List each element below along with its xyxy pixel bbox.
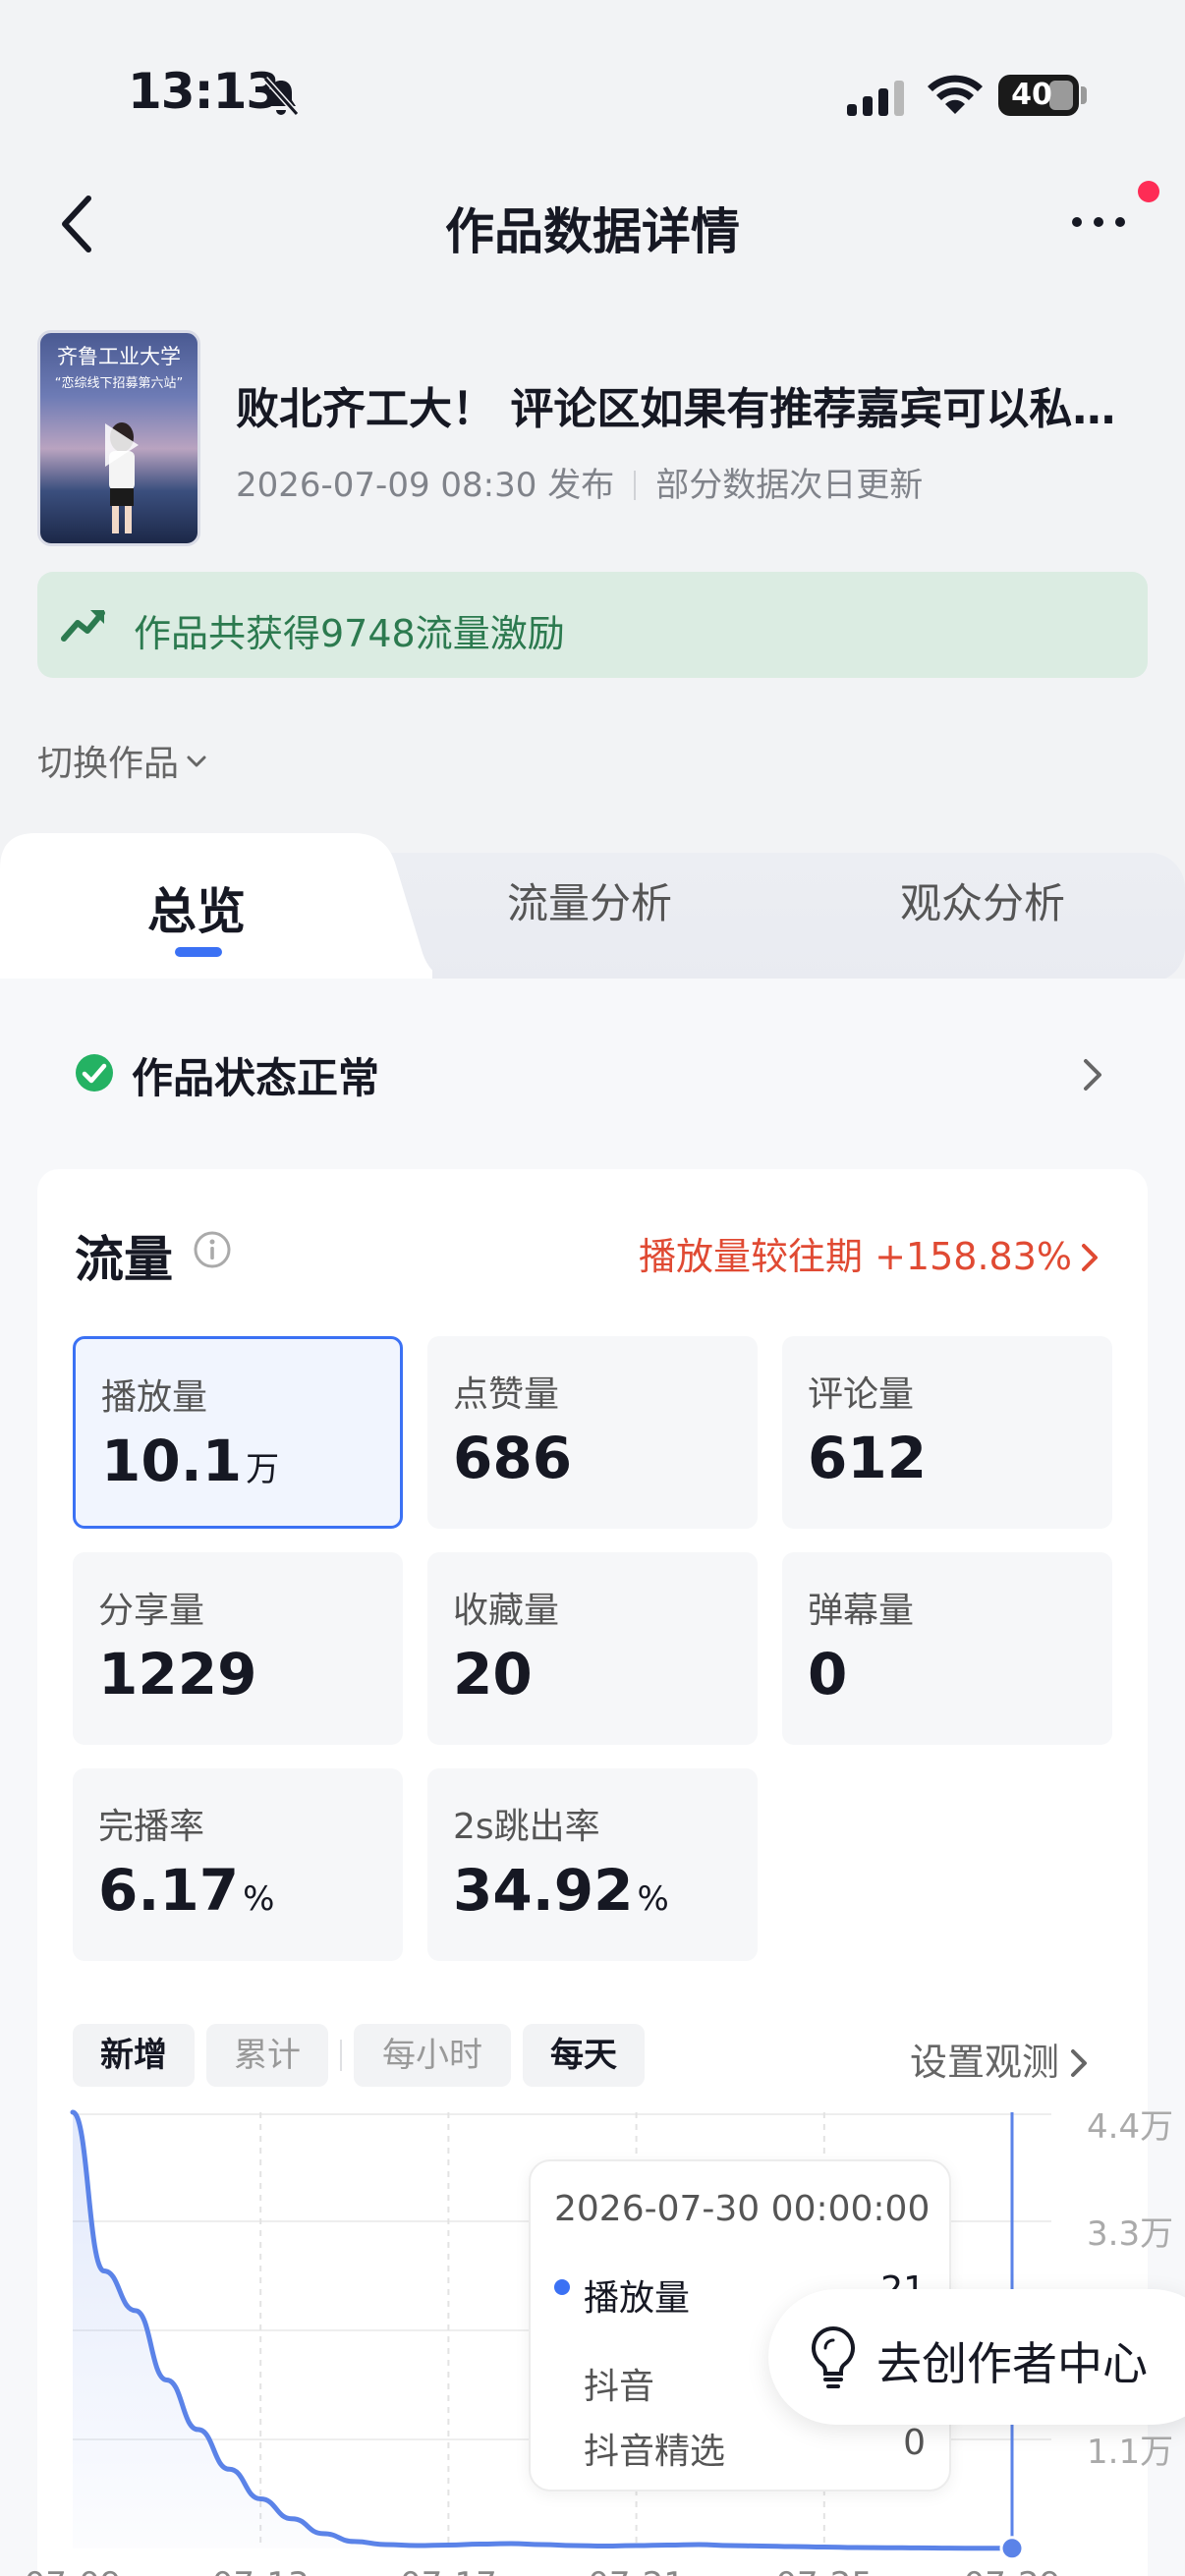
tooltip-row-label: 播放量 — [584, 2278, 691, 2319]
observe-label: 设置观测 — [910, 2041, 1060, 2084]
card-title: 流量 — [75, 1231, 173, 1288]
thumbnail-subcaption: “恋综线下招募第六站” — [54, 376, 184, 391]
tab-audience-analysis[interactable]: 观众分析 — [786, 870, 1179, 930]
metric-value: 1229 — [98, 1641, 257, 1708]
y-tick-label: 3.3万 — [1087, 2214, 1173, 2254]
series-legend-dot — [554, 2279, 570, 2295]
video-thumbnail[interactable]: 齐鲁工业大学 “恋综线下招募第六站” — [37, 330, 200, 546]
meta-divider — [634, 471, 637, 500]
metric-label: 完播率 — [98, 1807, 205, 1847]
chevron-right-icon — [1082, 1244, 1098, 1271]
switch-label: 切换作品 — [37, 744, 180, 784]
metric-label: 播放量 — [101, 1377, 208, 1418]
work-status-row[interactable]: 作品状态正常 — [76, 1045, 380, 1105]
bell-muted-icon — [262, 77, 300, 116]
chevron-right-icon — [1071, 2049, 1088, 2077]
metric-comments[interactable]: 评论量 612 — [782, 1336, 1112, 1529]
x-tick-label: 07-21 — [588, 2565, 685, 2576]
x-tick-label: 07-29 — [964, 2565, 1061, 2576]
play-icon — [105, 423, 139, 467]
metric-plays[interactable]: 播放量 10.1 万 — [73, 1336, 403, 1529]
tooltip-row-label: 抖音精选 — [584, 2432, 726, 2472]
x-tick-label: 07-17 — [400, 2565, 497, 2576]
tooltip-row-label: 抖音 — [584, 2367, 655, 2407]
metric-likes[interactable]: 点赞量 686 — [427, 1336, 758, 1529]
status-time: 13:13 — [128, 63, 280, 120]
metric-label: 点赞量 — [453, 1374, 560, 1415]
metric-label: 评论量 — [808, 1374, 915, 1415]
metric-favorites[interactable]: 收藏量 20 — [427, 1552, 758, 1745]
chevron-right-icon[interactable] — [1081, 1055, 1104, 1094]
metric-value: 6.17% — [98, 1857, 275, 1924]
metric-2s-bounce-rate[interactable]: 2s跳出率 34.92% — [427, 1768, 758, 1961]
y-tick-label: 1.1万 — [1087, 2433, 1173, 2472]
metric-value: 686 — [453, 1425, 573, 1491]
info-icon[interactable] — [193, 1230, 232, 1269]
filter-hourly[interactable]: 每小时 — [354, 2024, 511, 2087]
switch-work-button[interactable]: 切换作品 — [37, 735, 208, 786]
battery-indicator: 40 — [998, 75, 1079, 116]
lightbulb-icon — [812, 2325, 855, 2388]
traffic-incentive-banner: 作品共获得9748流量激励 — [37, 572, 1148, 678]
chevron-down-icon — [187, 756, 206, 767]
page-title: 作品数据详情 — [445, 203, 740, 260]
filter-daily[interactable]: 每天 — [523, 2024, 645, 2087]
compare-link[interactable]: 播放量较往期 +158.83% — [639, 1226, 1112, 1280]
metric-value: 612 — [808, 1425, 928, 1491]
metric-danmaku[interactable]: 弹幕量 0 — [782, 1552, 1112, 1745]
work-status-label: 作品状态正常 — [132, 1054, 380, 1102]
metric-value: 0 — [808, 1641, 848, 1708]
filter-divider — [340, 2040, 342, 2071]
chart-cursor-point — [999, 2536, 1025, 2561]
y-tick-label: 4.4万 — [1087, 2107, 1173, 2147]
metric-label: 2s跳出率 — [453, 1807, 600, 1847]
wifi-icon — [928, 75, 983, 114]
publish-time: 2026-07-09 08:30 发布 — [236, 466, 615, 505]
metric-label: 分享量 — [98, 1591, 205, 1631]
creator-center-button[interactable]: 去创作者中心 — [768, 2289, 1185, 2425]
tab-active-indicator — [175, 947, 222, 957]
metric-value: 10.1 万 — [101, 1428, 280, 1494]
tooltip-row-value: 0 — [903, 2423, 926, 2463]
cellular-signal-icon — [847, 81, 904, 116]
creator-center-label: 去创作者中心 — [876, 2337, 1148, 2390]
metric-label: 弹幕量 — [808, 1591, 915, 1631]
notification-dot — [1138, 181, 1159, 202]
metric-shares[interactable]: 分享量 1229 — [73, 1552, 403, 1745]
filter-new[interactable]: 新增 — [73, 2024, 195, 2087]
metric-value: 20 — [453, 1641, 533, 1708]
set-observation-link[interactable]: 设置观测 — [910, 2032, 1089, 2086]
ellipsis-icon[interactable] — [1069, 210, 1128, 234]
x-tick-label: 07-25 — [775, 2565, 873, 2576]
banner-text: 作品共获得9748流量激励 — [134, 612, 565, 655]
metric-completion-rate[interactable]: 完播率 6.17% — [73, 1768, 403, 1961]
check-circle-icon — [76, 1054, 113, 1092]
x-tick-label: 07-09 — [25, 2565, 122, 2576]
thumbnail-caption: 齐鲁工业大学 — [57, 345, 181, 368]
trending-up-icon — [61, 610, 105, 642]
x-tick-label: 07-13 — [212, 2565, 310, 2576]
tooltip-date: 2026-07-30 00:00:00 — [554, 2189, 931, 2229]
metric-label: 收藏量 — [453, 1591, 560, 1631]
tab-traffic-analysis[interactable]: 流量分析 — [393, 870, 786, 930]
metric-value: 34.92% — [453, 1857, 669, 1924]
filter-cumulative[interactable]: 累计 — [206, 2024, 328, 2087]
compare-text: 播放量较往期 +158.83% — [639, 1235, 1072, 1278]
video-title[interactable]: 败北齐工大！ 评论区如果有推荐嘉宾可以私… — [236, 373, 1169, 436]
tooltip-row-douyin-select: 抖音精选 0 — [584, 2423, 926, 2474]
battery-cap — [1081, 86, 1087, 104]
tab-overview[interactable]: 总览 — [0, 872, 393, 943]
battery-level-text: 40 — [1011, 78, 1052, 112]
video-meta: 2026-07-09 08:30 发布 部分数据次日更新 — [236, 458, 923, 506]
update-note: 部分数据次日更新 — [655, 466, 924, 505]
